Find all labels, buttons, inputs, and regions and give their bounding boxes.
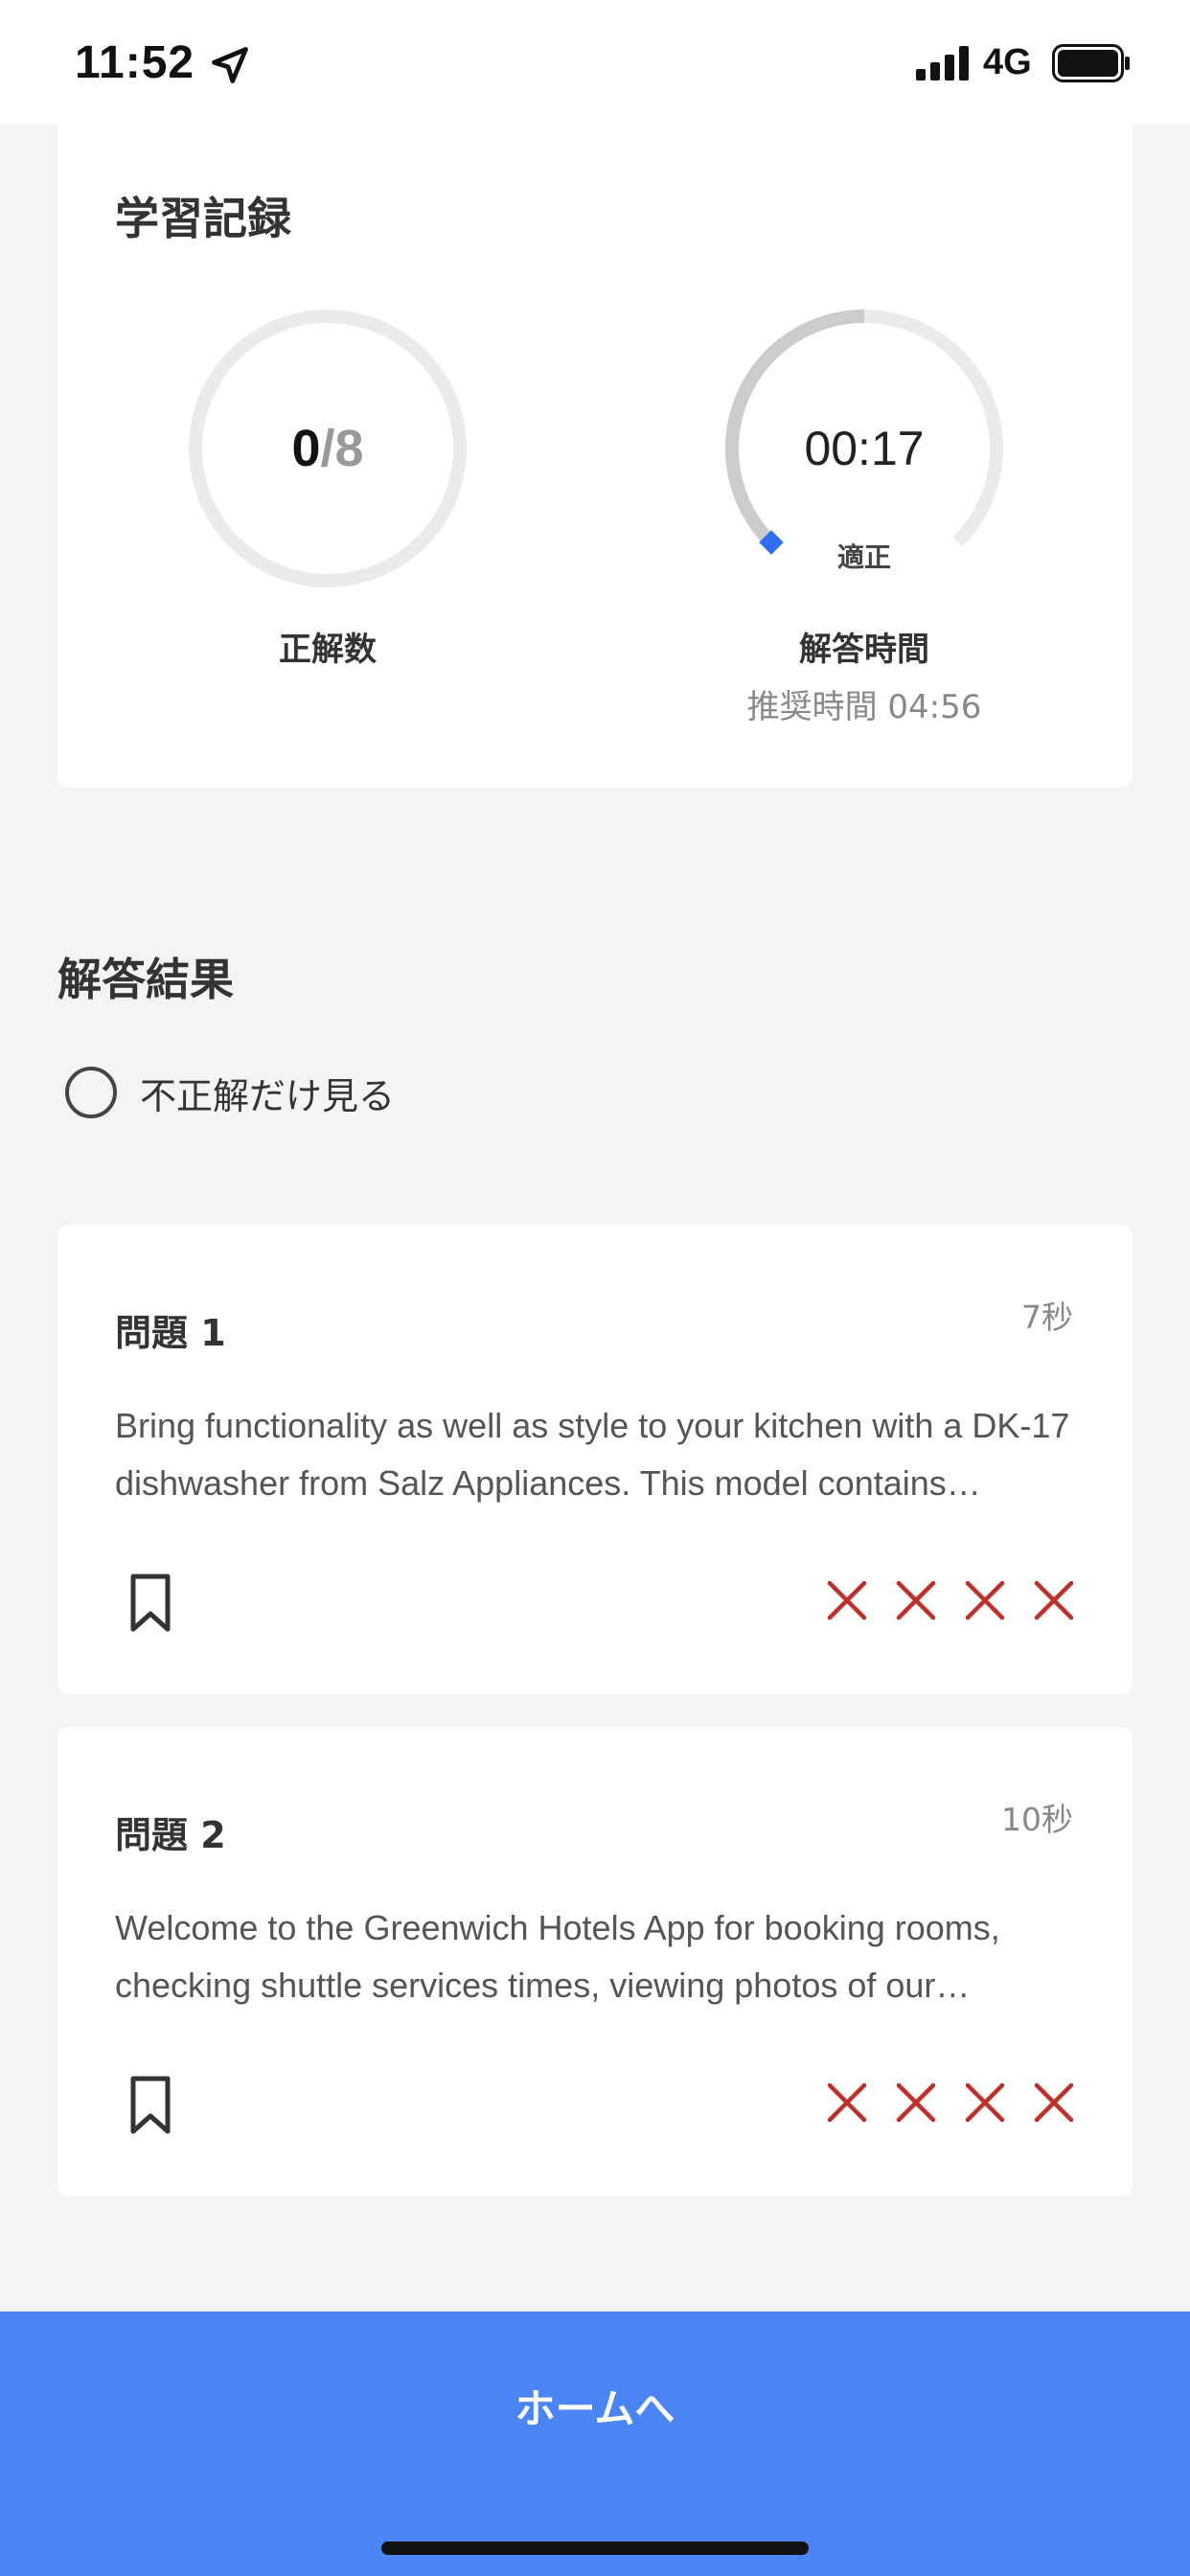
recommended-time: 推奨時間 04:56 bbox=[746, 688, 982, 726]
wrong-mark-icon bbox=[965, 1580, 1005, 1621]
network-type: 4G bbox=[983, 42, 1032, 82]
answer-time-ring: 00:17 適正 bbox=[721, 305, 1008, 592]
question-time: 7秒 bbox=[1021, 1299, 1073, 1336]
score-slash: / bbox=[320, 420, 335, 477]
question-card[interactable]: 問題 1 7秒 Bring functionality as well as s… bbox=[57, 1225, 1133, 1694]
bookmark-icon[interactable] bbox=[125, 2074, 176, 2137]
answer-time-value: 00:17 bbox=[804, 422, 925, 475]
wrong-mark-icon bbox=[896, 1580, 936, 1621]
answer-time-label: 解答時間 bbox=[799, 631, 929, 669]
location-arrow-icon bbox=[212, 47, 248, 83]
signal-icon bbox=[916, 46, 969, 80]
correct-count-ring: 0/8 bbox=[184, 305, 471, 592]
answer-marks bbox=[826, 1579, 1075, 1622]
home-button[interactable]: ホームへ bbox=[0, 2312, 1190, 2576]
correct-score: 0 bbox=[291, 420, 321, 477]
question-card[interactable]: 問題 2 10秒 Welcome to the Greenwich Hotels… bbox=[57, 1727, 1133, 2196]
wrong-mark-icon bbox=[827, 2082, 867, 2123]
bookmark-icon[interactable] bbox=[125, 1572, 176, 1635]
time-status-badge: 適正 bbox=[836, 541, 891, 573]
question-text: Welcome to the Greenwich Hotels App for … bbox=[115, 1908, 1000, 2005]
home-indicator bbox=[381, 2542, 809, 2555]
wrong-mark-icon bbox=[896, 2082, 936, 2123]
correct-count-value: 0/8 bbox=[184, 305, 471, 592]
incorrect-only-label: 不正解だけ見る bbox=[140, 1074, 396, 1117]
status-time: 11:52 bbox=[75, 37, 195, 88]
question-time: 10秒 bbox=[1001, 1801, 1073, 1838]
wrong-mark-icon bbox=[1034, 1580, 1074, 1621]
status-bar: 11:52 4G bbox=[0, 0, 1190, 125]
radio-button[interactable] bbox=[65, 1067, 117, 1118]
study-record-title: 学習記録 bbox=[115, 193, 291, 244]
wrong-mark-icon bbox=[965, 2082, 1005, 2123]
question-title: 問題 1 bbox=[115, 1312, 226, 1354]
answer-marks bbox=[826, 2082, 1075, 2124]
question-title: 問題 2 bbox=[115, 1814, 226, 1856]
wrong-mark-icon bbox=[1034, 2082, 1074, 2123]
correct-count-label: 正解数 bbox=[279, 631, 377, 669]
question-text: Bring functionality as well as style to … bbox=[115, 1406, 1070, 1503]
battery-icon bbox=[1052, 44, 1130, 82]
total-questions: 8 bbox=[334, 420, 364, 477]
answer-results-title: 解答結果 bbox=[57, 954, 234, 1005]
home-button-label: ホームへ bbox=[515, 2385, 675, 2432]
wrong-mark-icon bbox=[827, 1580, 867, 1621]
incorrect-only-toggle[interactable]: 不正解だけ見る bbox=[65, 1066, 395, 1119]
study-record-card: 学習記録 0/8 正解数 00:17 適正 解答時間 推奨時間 04:56 bbox=[57, 105, 1133, 788]
